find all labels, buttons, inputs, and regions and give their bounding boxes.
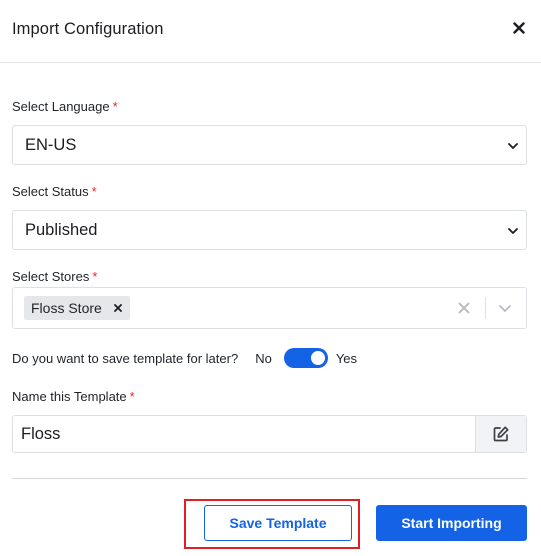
- save-template-switch[interactable]: [283, 348, 328, 368]
- required-mark: *: [129, 389, 135, 404]
- store-chip-label: Floss Store: [31, 300, 102, 316]
- required-mark: *: [112, 99, 118, 114]
- template-name-label-text: Name this Template: [12, 389, 127, 404]
- chip-remove-button[interactable]: [113, 303, 123, 313]
- language-select[interactable]: EN-US: [12, 125, 527, 165]
- template-name-value: Floss: [21, 425, 61, 443]
- modal-title: Import Configuration: [12, 20, 164, 38]
- chevron-down-icon: [508, 143, 518, 149]
- import-configuration-modal: Import Configuration Select Language * EN…: [0, 0, 541, 556]
- status-select[interactable]: Published: [12, 210, 527, 250]
- required-mark: *: [92, 269, 98, 284]
- language-label: Select Language *: [12, 99, 118, 114]
- indicator-separator: [485, 297, 486, 319]
- close-icon: [113, 304, 122, 312]
- modal-header: Import Configuration: [0, 0, 541, 63]
- template-name-label: Name this Template *: [12, 389, 135, 404]
- start-importing-button[interactable]: Start Importing: [376, 505, 527, 541]
- chevron-down-icon[interactable]: [498, 301, 512, 315]
- template-name-field[interactable]: Floss: [12, 415, 527, 453]
- toggle-off-label: No: [255, 350, 272, 366]
- stores-label-text: Select Stores: [12, 269, 90, 284]
- save-template-toggle-row: Do you want to save template for later? …: [12, 348, 357, 368]
- edit-icon: [493, 426, 509, 442]
- close-icon: [513, 22, 525, 34]
- save-template-question: Do you want to save template for later?: [12, 350, 239, 366]
- status-label: Select Status *: [12, 184, 97, 199]
- toggle-on-label: Yes: [335, 350, 358, 366]
- edit-template-name-button[interactable]: [475, 416, 526, 452]
- status-label-text: Select Status: [12, 184, 89, 199]
- stores-label: Select Stores *: [12, 269, 97, 284]
- language-select-value: EN-US: [25, 136, 77, 154]
- save-template-button[interactable]: Save Template: [204, 505, 352, 541]
- stores-multiselect[interactable]: Floss Store: [12, 287, 527, 329]
- close-button[interactable]: [508, 17, 530, 39]
- required-mark: *: [91, 184, 97, 199]
- chevron-down-icon: [508, 228, 518, 234]
- language-label-text: Select Language: [12, 99, 110, 114]
- switch-knob: [310, 351, 325, 365]
- clear-icon[interactable]: [457, 301, 471, 315]
- footer-divider: [12, 478, 527, 479]
- store-chip: Floss Store: [24, 296, 130, 320]
- status-select-value: Published: [25, 221, 98, 239]
